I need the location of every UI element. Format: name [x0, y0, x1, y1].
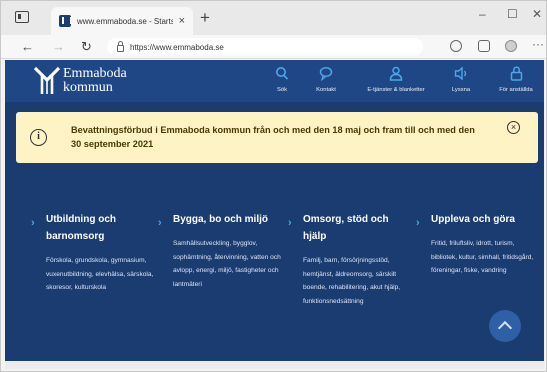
category-links: Familj, barn, försörjningsstöd, hemtjäns…	[303, 257, 401, 305]
category-care[interactable]: › Omsorg, stöd och hjälp Familj, barn, f…	[288, 211, 403, 308]
lock-icon	[117, 41, 124, 52]
read-aloud-icon[interactable]	[450, 40, 462, 52]
browser-tab[interactable]: www.emmaboda.se - Startsida ×	[51, 7, 193, 35]
logo-line-2: kommun	[63, 80, 113, 95]
vertical-scrollbar[interactable]	[538, 60, 544, 361]
category-building[interactable]: › Bygga, bo och miljö Samhällsutveckling…	[158, 211, 293, 291]
url-field[interactable]: https://www.emmaboda.se	[107, 38, 423, 56]
minimize-button[interactable]: –	[479, 7, 486, 21]
reload-button[interactable]: ↻	[81, 39, 92, 55]
nav-contact[interactable]: Kontakt	[306, 60, 346, 102]
new-tab-button[interactable]: +	[200, 9, 210, 26]
lock-icon	[510, 66, 522, 81]
category-links: Samhällsutveckling, bygglov, sophämtning…	[173, 240, 281, 288]
category-title[interactable]: Bygga, bo och miljö	[173, 211, 293, 228]
chevron-up-icon	[497, 320, 513, 336]
tab-close-icon[interactable]: ×	[179, 15, 185, 27]
more-menu-button[interactable]: ···	[532, 37, 544, 51]
nav-eservices[interactable]: E-tjänster & blanketter	[356, 60, 436, 102]
category-education[interactable]: › Utbildning och barnomsorg Förskola, gr…	[31, 211, 166, 295]
nav-listen[interactable]: Lyssna	[444, 60, 478, 102]
category-links: Förskola, grundskola, gymnasium, vuxenut…	[46, 257, 154, 292]
info-icon: i	[30, 129, 47, 146]
chat-icon	[319, 66, 333, 81]
category-links: Fritid, friluftsliv, idrott, turism, bib…	[431, 240, 534, 275]
tab-title: www.emmaboda.se - Startsida	[77, 16, 173, 26]
alert-banner: i Bevattningsförbud i Emmaboda kommun fr…	[16, 112, 538, 163]
favicon-icon	[59, 15, 72, 27]
nav-listen-label: Lyssna	[451, 87, 471, 93]
nav-employees[interactable]: För anställda	[493, 60, 539, 102]
emmaboda-logo-icon[interactable]	[33, 66, 61, 96]
tab-strip: www.emmaboda.se - Startsida × + – ☐ ✕	[1, 1, 546, 35]
back-button[interactable]: ←	[21, 39, 34, 55]
person-icon	[389, 66, 403, 81]
scroll-to-top-button[interactable]	[489, 310, 521, 342]
nav-search[interactable]: Sök	[267, 60, 297, 102]
maximize-button[interactable]: ☐	[507, 7, 518, 21]
alert-text: Bevattningsförbud i Emmaboda kommun från…	[71, 125, 475, 149]
alert-close-icon[interactable]: ×	[507, 121, 520, 134]
nav-employees-label: För anställda	[499, 87, 533, 93]
forward-button[interactable]: →	[52, 39, 65, 55]
site-logo-text[interactable]: Emmaboda kommun	[63, 67, 127, 95]
nav-contact-label: Kontakt	[316, 87, 336, 93]
chevron-right-icon: ›	[31, 217, 35, 229]
category-title[interactable]: Uppleva och göra	[431, 211, 537, 228]
browser-window: www.emmaboda.se - Startsida × + – ☐ ✕ ← …	[0, 0, 547, 372]
logo-line-1: Emmaboda	[63, 66, 127, 81]
category-title[interactable]: Utbildning och barnomsorg	[46, 211, 166, 245]
favorites-icon[interactable]	[478, 40, 490, 52]
tab-actions-icon[interactable]	[15, 11, 29, 23]
category-title[interactable]: Omsorg, stöd och hjälp	[303, 211, 403, 245]
category-experience[interactable]: › Uppleva och göra Fritid, friluftsliv, …	[416, 211, 537, 278]
chevron-right-icon: ›	[416, 217, 420, 229]
close-window-button[interactable]: ✕	[532, 7, 542, 21]
nav-search-label: Sök	[277, 87, 287, 93]
url-text: https://www.emmaboda.se	[130, 42, 224, 52]
horizontal-scrollbar[interactable]	[5, 361, 544, 369]
page-viewport: Emmaboda kommun Sök Kontakt E-tjänster &…	[5, 60, 544, 361]
chevron-right-icon: ›	[288, 217, 292, 229]
chevron-right-icon: ›	[158, 217, 162, 229]
address-bar: ← → ↻ https://www.emmaboda.se ···	[1, 35, 546, 59]
site-header: Emmaboda kommun Sök Kontakt E-tjänster &…	[5, 60, 544, 102]
search-icon	[276, 67, 289, 80]
profile-avatar-icon[interactable]	[505, 40, 517, 52]
nav-eservices-label: E-tjänster & blanketter	[367, 87, 425, 93]
speaker-icon	[454, 66, 466, 81]
